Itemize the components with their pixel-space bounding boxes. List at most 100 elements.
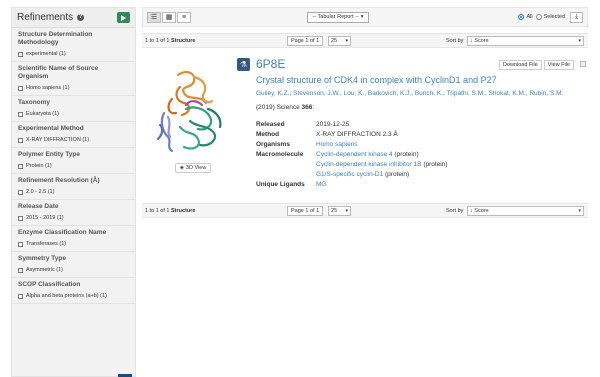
compact-view-button[interactable]: ≡ [177,11,191,23]
facet-group: Enzyme Classification Name Transferases (… [12,226,135,252]
download-file-button[interactable]: Download File [498,60,542,70]
sort-label: Sort by [446,207,464,214]
report-select-value: -- Tabular Report -- [312,14,359,20]
facet-option[interactable]: X-RAY DIFFRACTION (1) [18,137,129,143]
facet-title: Release Date [18,203,59,210]
facet-checkbox[interactable] [18,189,23,195]
result-summary: 1 to 1 of 1 Structure [145,207,196,214]
chevron-down-icon: ▾ [345,207,348,214]
cube-icon: ◈ [179,165,184,171]
facet-option[interactable]: Eukaryota (1) [18,111,129,117]
facet-checkbox[interactable] [18,163,23,169]
view-3d-button[interactable]: ◈ 3D View [175,163,211,173]
facet-option[interactable]: 2.0 - 2.5 (1) [18,189,129,195]
facet-checkbox[interactable] [18,51,23,57]
structure-thumbnail[interactable] [150,65,230,155]
facet-option[interactable]: experimental (1) [18,51,129,57]
facet-checkbox[interactable] [18,241,23,247]
radio-selected[interactable] [535,14,542,20]
download-icon: ⤓ [574,13,579,20]
method-label: Method [256,131,280,138]
download-button[interactable]: ⤓ [570,11,583,23]
facet-option-label: Protein (1) [26,163,52,169]
released-label: Released [256,121,285,128]
gallery-view-button[interactable]: ▦ [162,11,176,23]
macromolecule-link[interactable]: Cyclin-dependent kinase 4 [316,151,393,158]
pager-top: 1 to 1 of 1 Structure Page 1 of 1 25 ▾ So… [142,33,588,48]
facet-group: Scientific Name of Source Organism Homo s… [12,62,135,96]
facet-option-label: Asymmetric (1) [26,267,63,273]
play-icon [121,14,126,21]
refinements-title: Refinements [17,12,74,23]
facet-checkbox[interactable] [18,85,23,91]
facet-title: Enzyme Classification Name [18,229,107,236]
facet-option[interactable]: Protein (1) [18,163,129,169]
macromolecule-type: (protein) [423,161,448,168]
per-page-select[interactable]: 25 ▾ [328,205,351,216]
result-summary: 1 to 1 of 1 Structure [145,37,196,44]
apply-refinements-button[interactable] [117,12,130,23]
list-view-icon: ☰ [150,14,158,21]
ligand-link[interactable]: MG [316,180,326,190]
results-toolbar: ☰ ▦ ≡ -- Tabular Report -- ▾ All Selected… [142,7,588,27]
facet-option-label: Homo sapiens (1) [26,85,70,91]
radio-all[interactable] [518,14,525,20]
facet-checkbox[interactable] [18,267,23,273]
facet-checkbox[interactable] [18,111,23,117]
facet-option-label: X-RAY DIFFRACTION (1) [26,137,90,143]
refinements-header: Refinements ? [12,8,135,28]
facet-group: Symmetry Type Asymmetric (1) [12,252,135,278]
facet-option-label: 2015 - 2019 (1) [26,215,64,221]
view-file-button[interactable]: View File [543,60,574,70]
facet-checkbox[interactable] [18,293,23,299]
compact-list-icon: ≡ [181,13,187,21]
pdb-id-link[interactable]: 6P8E [256,57,285,71]
macromolecule-label: Macromolecule [256,151,304,158]
facet-option[interactable]: Homo sapiens (1) [18,85,129,91]
list-view-button[interactable]: ☰ [147,11,161,23]
sort-select[interactable]: ↓ Score ▾ [467,205,584,216]
result-entry: ◈ 3D View ⚗ 6P8E Crystal structure of CDK… [142,50,588,200]
facet-option-label: Transferases (1) [26,241,67,247]
view-3d-label: 3D View [185,165,207,171]
page-selector[interactable]: Page 1 of 1 [287,35,324,46]
facet-checkbox[interactable] [18,137,23,143]
refinements-sidebar: Refinements ? Structure Determination Me… [11,7,136,377]
page-selector[interactable]: Page 1 of 1 [287,205,324,216]
macromolecule-type: (protein) [394,151,419,158]
facet-title: Structure Determination Methodology [18,31,93,46]
organism-link[interactable]: Homo sapiens [316,140,358,150]
facet-group: Structure Determination Methodology exper… [12,28,135,62]
report-select[interactable]: -- Tabular Report -- ▾ [307,11,369,23]
facet-title: Experimental Method [18,125,84,132]
facet-checkbox[interactable] [18,215,23,221]
authors-list[interactable]: Guiley, K.Z., Stevenson, J.W., Lou, K., … [256,90,563,97]
macromolecule-link[interactable]: G1/S-specific cyclin-D1 [316,171,383,178]
entry-metadata: Released 2019-12-25 Method X-RAY DIFFRACTI… [256,120,448,190]
facet-title: Taxonomy [18,99,51,106]
facet-group: Taxonomy Eukaryota (1) [12,96,135,122]
facet-option-label: Alpha and beta proteins (a+b) (1) [26,293,107,299]
facet-group: Experimental Method X-RAY DIFFRACTION (1) [12,122,135,148]
radio-selected-label: Selected [543,14,565,20]
macromolecule-link[interactable]: Cyclin-dependent kinase inhibitor 1B [316,161,422,168]
chevron-down-icon: ▾ [345,37,348,44]
method-value: X-RAY DIFFRACTION 2.3 Å [316,131,398,138]
structure-title-link[interactable]: Crystal structure of CDK4 in complex wit… [256,75,497,85]
selection-radios: All Selected [515,14,565,20]
facet-option[interactable]: Asymmetric (1) [18,267,129,273]
facet-title: Symmetry Type [18,255,66,262]
facet-option[interactable]: Alpha and beta proteins (a+b) (1) [18,293,129,299]
facet-option[interactable]: 2015 - 2019 (1) [18,215,129,221]
per-page-select[interactable]: 25 ▾ [328,35,351,46]
select-entry-checkbox[interactable] [580,61,586,67]
sort-label: Sort by [446,37,464,44]
facet-option-label: Eukaryota (1) [26,111,60,117]
sort-select[interactable]: ↓ Score ▾ [467,35,584,46]
ligands-label: Unique Ligands [256,181,305,188]
facet-option[interactable]: Transferases (1) [18,241,129,247]
radio-all-label: All [526,14,533,20]
help-icon[interactable]: ? [77,14,85,21]
citation: (2019) Science 366: [256,104,315,111]
released-value: 2019-12-25 [316,121,350,128]
